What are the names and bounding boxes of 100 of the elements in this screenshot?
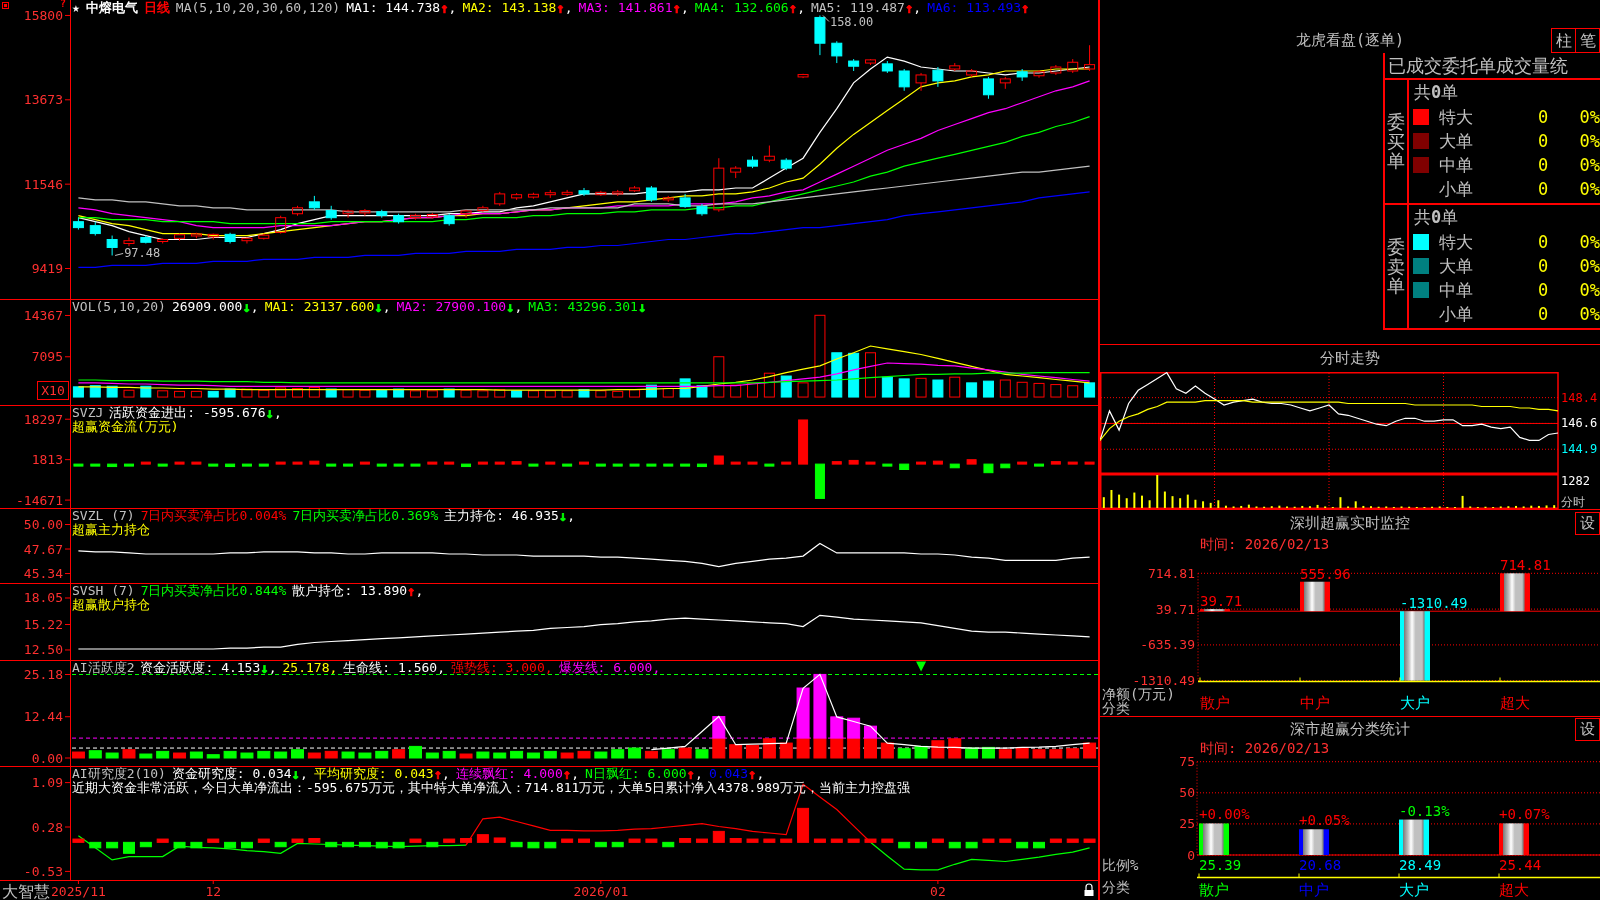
fund-flow-bar: [376, 463, 387, 467]
order-percent: 0%: [1579, 256, 1600, 276]
research-bar: [190, 841, 203, 849]
fund-flow-bar: [983, 463, 994, 474]
fund-flow-bar: [427, 461, 438, 465]
legend-text: 强势线: 3.000,: [450, 661, 553, 675]
order-size-label: 大单: [1439, 131, 1473, 151]
research-bar: [460, 838, 473, 843]
research-bar: [881, 838, 894, 843]
research-bar: [443, 838, 456, 843]
volume-bar: [881, 376, 893, 398]
legend-text: 超赢散户持仓: [72, 598, 150, 612]
volume-bar: [494, 389, 506, 398]
axis-tick-label: 15.22: [23, 617, 63, 632]
activity-bar: [1066, 748, 1080, 759]
order-count: 0: [1537, 304, 1549, 324]
activity-bar: [105, 752, 119, 759]
volume-bar: [578, 389, 590, 398]
activity-bar: [830, 737, 844, 759]
legend-text: 散户持仓: 13.890: [292, 584, 408, 598]
order-size-label: 特大: [1439, 232, 1473, 252]
volume-bar: [1033, 382, 1045, 398]
fund-flow-bar: [899, 463, 910, 470]
square-icon[interactable]: [2, 2, 9, 9]
candlestick: [831, 40, 843, 64]
order-size-label: 中单: [1439, 155, 1473, 175]
activity-bar: [392, 749, 406, 759]
legend-text: 日线: [143, 1, 170, 15]
volume-bar: [848, 352, 860, 398]
volume-bar: [1016, 381, 1028, 398]
activity-bar: [173, 752, 187, 759]
legend-text: ,: [913, 1, 922, 15]
order-count: 0: [1537, 107, 1549, 127]
mode-button[interactable]: 柱: [1551, 28, 1576, 53]
trend-arrow: ↑: [556, 1, 565, 15]
fund-flow-bar: [258, 463, 269, 467]
research-bar: [847, 838, 860, 843]
volume-bar: [342, 389, 354, 398]
mode-button[interactable]: 笔: [1575, 28, 1600, 53]
legend-text: MA3: 43296.301: [528, 300, 638, 314]
research-bar: [1083, 838, 1096, 843]
legend-text: N日飘红: 6.000: [585, 767, 687, 781]
research-bar: [224, 841, 237, 849]
legend-text: MA(5,10,20,30,60,120): [175, 1, 341, 15]
settings-button[interactable]: 设: [1575, 717, 1600, 741]
fund-flow-bar: [579, 461, 589, 465]
trend-arrow: ↑: [672, 1, 681, 15]
fund-flow-bar: [393, 463, 404, 467]
candlestick: [966, 68, 978, 78]
axis-tick-label: 0: [1187, 847, 1195, 863]
axis-tick-label: 1813: [31, 452, 63, 468]
date-label: 12: [205, 884, 222, 899]
research-bar: [1066, 838, 1079, 843]
fund-flow-bar: [629, 463, 640, 467]
legend-text: 资金研究度: 0.034: [171, 767, 292, 781]
candlestick: [359, 208, 371, 217]
volume-bar: [1067, 385, 1079, 398]
activity-bar: [847, 737, 861, 759]
legend-text: 中熔电气: [85, 1, 138, 15]
activity-bar: [324, 750, 338, 759]
activity-bar: [897, 748, 911, 759]
settings-button[interactable]: 设: [1575, 511, 1600, 535]
help-mark[interactable]: ?: [60, 0, 67, 9]
trend-arrow: ↓: [260, 661, 269, 675]
candlestick: [174, 233, 186, 242]
chart-bar: [1499, 823, 1529, 855]
volume-bar: [713, 356, 725, 398]
activity-bar: [1032, 749, 1046, 759]
research-bar: [965, 841, 978, 849]
chart-bar: [1299, 829, 1329, 855]
volume-bar: [140, 385, 152, 398]
period-label: 分时: [1561, 495, 1585, 509]
candlestick: [140, 235, 152, 244]
fund-flow-bar: [781, 461, 792, 465]
legend-text: ,: [680, 1, 689, 15]
candlestick: [443, 213, 455, 227]
legend-text: MA3: 141.861: [578, 1, 673, 15]
legend-text: 超赢主力持仓: [72, 523, 150, 537]
legend-text: ,: [797, 1, 805, 15]
fund-flow-bar: [124, 463, 134, 467]
activity-bar: [644, 750, 658, 759]
fund-flow-bar: [932, 460, 943, 465]
volume-bar: [460, 389, 472, 398]
candlestick: [1050, 64, 1062, 76]
volume-bar: [527, 390, 539, 398]
candlestick: [629, 185, 641, 193]
activity-bar: [274, 751, 288, 759]
bar-value-label: 20.68: [1299, 857, 1342, 873]
section-title: 深圳超赢实时监控: [1290, 514, 1410, 532]
volume-bar: [207, 390, 219, 398]
legend-text: SVSH (7): [72, 584, 135, 598]
volume-bar: [966, 382, 978, 398]
volume-bar: [190, 390, 202, 398]
legend-text: ,: [756, 767, 765, 781]
activity-bar: [459, 753, 473, 759]
volume-bar: [747, 382, 759, 398]
research-bar: [510, 841, 523, 848]
legend-text: SVZL (7): [72, 509, 135, 523]
fund-flow-bar: [494, 461, 505, 465]
volume-bar: [730, 384, 742, 398]
